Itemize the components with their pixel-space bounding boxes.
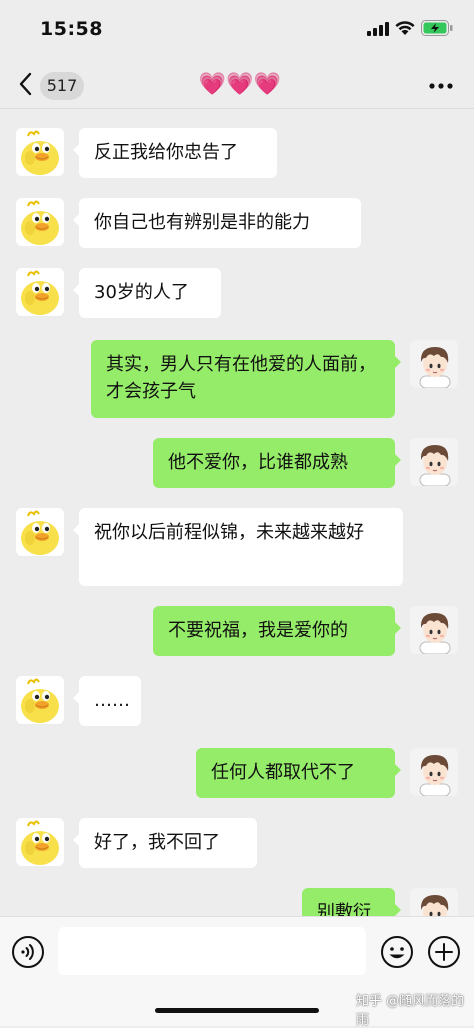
message-bubble[interactable]: 反正我给你忠告了	[73, 128, 277, 178]
chat-title: 💗💗💗	[198, 72, 282, 97]
message-bubble[interactable]: 他不爱你，比谁都成熟	[153, 438, 401, 488]
status-bar: 15:58	[0, 0, 474, 62]
cellular-signal-icon	[367, 22, 389, 36]
voice-icon[interactable]	[11, 935, 45, 969]
chat-header: 517 💗💗💗	[0, 62, 474, 109]
message-bubble[interactable]: 你自己也有辨别是非的能力	[73, 198, 361, 248]
avatar-duck[interactable]	[16, 128, 64, 176]
avatar-duck[interactable]	[16, 818, 64, 866]
avatar-duck[interactable]	[16, 268, 64, 316]
wifi-icon	[395, 21, 415, 35]
status-time: 15:58	[40, 18, 103, 40]
avatar-duck[interactable]	[16, 508, 64, 556]
avatar-boy[interactable]	[410, 606, 458, 654]
emoji-icon[interactable]	[380, 935, 414, 969]
message-bubble[interactable]: 别敷衍	[302, 888, 401, 916]
avatar-boy[interactable]	[410, 888, 458, 916]
avatar-boy[interactable]	[410, 748, 458, 796]
avatar-duck[interactable]	[16, 198, 64, 246]
message-bubble[interactable]: 30岁的人了	[73, 268, 221, 318]
chevron-left-icon[interactable]	[14, 70, 38, 98]
battery-charging-icon	[421, 20, 453, 36]
avatar-boy[interactable]	[410, 438, 458, 486]
message-bubble[interactable]: ……	[73, 676, 141, 726]
message-bubble[interactable]: 祝你以后前程似锦，未来越来越好	[73, 508, 403, 586]
message-bubble[interactable]: 不要祝福，我是爱你的	[153, 606, 401, 656]
message-list[interactable]: 反正我给你忠告了 你自己也有辨别是非的能力 30岁的人了 其实，男人只有在他爱的…	[0, 108, 474, 916]
unread-count-badge[interactable]: 517	[40, 72, 84, 100]
avatar-boy[interactable]	[410, 340, 458, 388]
message-input[interactable]	[58, 927, 366, 975]
avatar-duck[interactable]	[16, 676, 64, 724]
plus-icon[interactable]	[427, 935, 461, 969]
message-bubble[interactable]: 好了，我不回了	[73, 818, 257, 868]
message-bubble[interactable]: 其实，男人只有在他爱的人面前，才会孩子气	[91, 340, 401, 418]
watermark: 知乎 @随风而落的雨	[356, 994, 465, 1028]
more-dots-icon[interactable]	[426, 74, 456, 98]
message-bubble[interactable]: 任何人都取代不了	[196, 748, 401, 798]
home-indicator	[155, 1008, 319, 1013]
